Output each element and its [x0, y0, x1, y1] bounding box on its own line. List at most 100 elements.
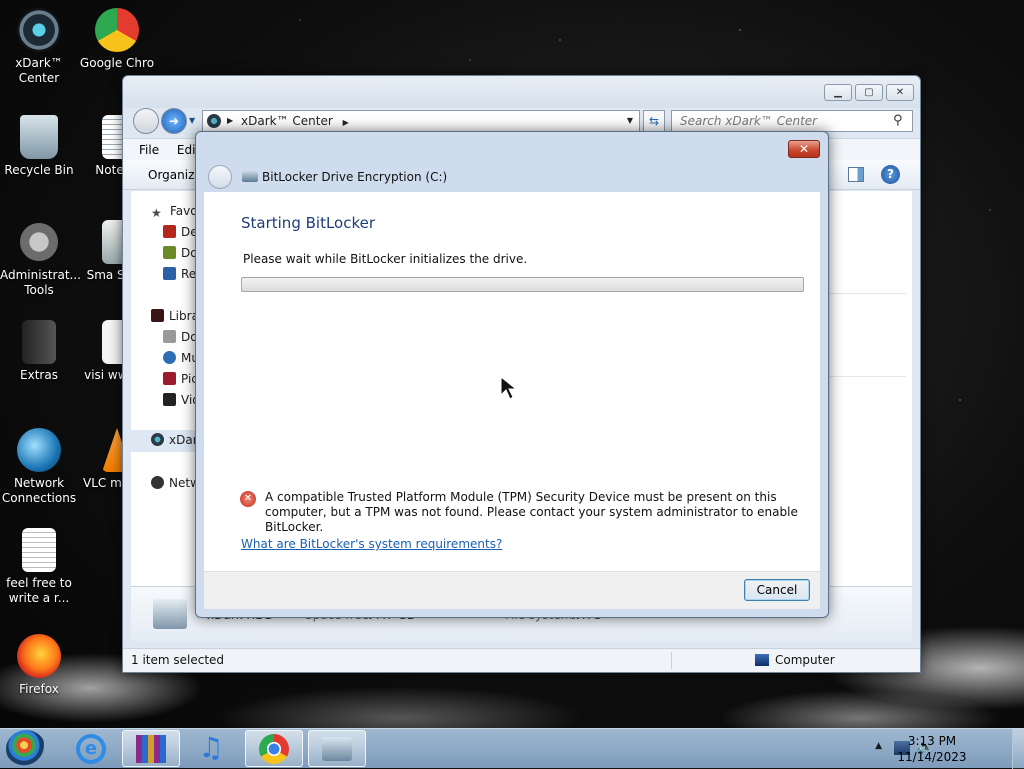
- back-button[interactable]: [133, 108, 159, 134]
- bitlocker-drive-icon: [242, 171, 258, 182]
- desktop-icon-extras[interactable]: Extras: [0, 320, 78, 383]
- desktop-icon-label: Google Chro: [79, 56, 155, 70]
- forward-button[interactable]: ➜: [161, 108, 187, 134]
- help-icon[interactable]: ?: [881, 165, 900, 184]
- dialog-title: BitLocker Drive Encryption (C:): [262, 170, 448, 184]
- desktop-icon-label: Extras: [20, 368, 58, 382]
- status-bar: 1 item selected Computer: [123, 648, 920, 672]
- dialog-close-button[interactable]: ✕: [788, 140, 820, 158]
- taskbar-winrar[interactable]: [122, 730, 180, 767]
- search-input[interactable]: Search xDark™ Center: [671, 110, 913, 132]
- star-icon: ★: [151, 206, 162, 220]
- show-desktop-button[interactable]: [1012, 729, 1024, 769]
- nav-xdark-center[interactable]: xDar: [131, 430, 201, 452]
- show-hidden-icons-icon[interactable]: ▲: [875, 741, 882, 751]
- desktop-icon-label: Firefox: [19, 682, 59, 696]
- nav-label: Favo: [170, 204, 198, 218]
- text-file-icon: [22, 528, 56, 572]
- explorer-titlebar[interactable]: ▁ ▢ ✕: [123, 76, 920, 108]
- nav-pictures[interactable]: Pic: [163, 372, 198, 386]
- search-icon[interactable]: ⚲: [893, 113, 903, 128]
- maximize-button[interactable]: ▢: [855, 84, 883, 101]
- xdark-center-icon: [151, 433, 164, 446]
- cancel-button[interactable]: Cancel: [744, 579, 810, 601]
- nav-favorites[interactable]: ★ Favo: [151, 204, 198, 220]
- dialog-header: BitLocker Drive Encryption (C:): [204, 162, 820, 192]
- taskbar-bitlocker[interactable]: [308, 730, 366, 767]
- error-icon: ✕: [240, 491, 256, 507]
- initialization-progress-bar: [241, 277, 804, 292]
- clock-date: 11/14/2023: [897, 750, 967, 764]
- minimize-button[interactable]: ▁: [824, 84, 852, 101]
- taskbar: e ♫ ▲ 🔈 3:13 PM 11/14/2023: [0, 728, 1024, 769]
- network-icon: [17, 428, 61, 472]
- nav-recent[interactable]: Re: [163, 267, 196, 281]
- start-button[interactable]: [6, 730, 46, 768]
- chrome-icon: [259, 734, 289, 764]
- breadcrumb-arrow-icon[interactable]: ▶: [343, 118, 349, 127]
- taskbar-chrome[interactable]: [245, 730, 303, 767]
- chrome-icon: [95, 8, 139, 52]
- breadcrumb-separator-icon: ▶: [227, 116, 234, 125]
- desktop-icon-label: Administrat... Tools: [0, 268, 81, 297]
- internet-explorer-icon: e: [76, 734, 106, 764]
- tpm-error-message: A compatible Trusted Platform Module (TP…: [265, 490, 798, 534]
- organize-button[interactable]: Organize: [148, 168, 202, 182]
- nav-documents[interactable]: Do: [163, 330, 198, 344]
- xdark-center-icon: [17, 8, 61, 52]
- desktop-icon-recycle-bin[interactable]: Recycle Bin: [0, 115, 78, 178]
- wait-message: Please wait while BitLocker initializes …: [243, 252, 528, 266]
- requirements-link[interactable]: What are BitLocker's system requirements…: [241, 537, 502, 551]
- location-status: Computer: [775, 653, 835, 667]
- desktop-icon-xdark-center[interactable]: xDark™ Center: [0, 8, 78, 86]
- nav-label: xDar: [169, 433, 198, 447]
- close-button[interactable]: ✕: [886, 84, 914, 101]
- row-divider: [830, 293, 906, 294]
- refresh-button[interactable]: ⇆: [643, 110, 665, 132]
- desktop-icon-firefox[interactable]: Firefox: [0, 634, 78, 697]
- recycle-bin-icon: [20, 115, 58, 159]
- content-column-strip: [829, 191, 906, 586]
- navigation-pane: ★ Favo De Do Re Libra Do Mu Pic Vid xDar …: [131, 191, 201, 586]
- address-bar[interactable]: ▶ xDark™ Center ▶ ▼: [202, 110, 640, 132]
- system-clock[interactable]: 3:13 PM 11/14/2023: [892, 733, 972, 765]
- nav-network[interactable]: Netw: [151, 476, 200, 490]
- breadcrumb-xdark-center[interactable]: xDark™ Center: [241, 114, 333, 128]
- preview-pane-icon[interactable]: [848, 167, 864, 182]
- desktop-icon-text-file[interactable]: feel free to write a r...: [0, 528, 78, 606]
- nav-desktop[interactable]: De: [163, 225, 198, 239]
- firefox-icon: [17, 634, 61, 678]
- dialog-heading: Starting BitLocker: [241, 214, 376, 232]
- selection-status: 1 item selected: [131, 653, 225, 667]
- desktop-icon-label: xDark™ Center: [15, 56, 63, 85]
- status-divider: [671, 652, 672, 669]
- music-library-icon: [163, 351, 176, 364]
- itunes-icon: ♫: [198, 731, 224, 764]
- desktop-icon-admin-tools[interactable]: Administrat... Tools: [0, 220, 81, 298]
- recent-places-icon: [163, 267, 176, 280]
- admin-tools-icon: [17, 220, 61, 264]
- documents-library-icon: [163, 330, 176, 343]
- nav-libraries[interactable]: Libra: [151, 309, 199, 323]
- address-dropdown-icon[interactable]: ▼: [627, 111, 633, 131]
- desktop-icon-network-connections[interactable]: Network Connections: [0, 428, 78, 506]
- menu-file[interactable]: File: [139, 143, 159, 157]
- nav-label: Re: [181, 267, 197, 281]
- dialog-body: Starting BitLocker Please wait while Bit…: [204, 192, 820, 571]
- taskbar-itunes[interactable]: ♫: [182, 730, 240, 767]
- dialog-back-button[interactable]: [208, 165, 232, 189]
- nav-music[interactable]: Mu: [163, 351, 199, 365]
- recent-pages-chevron-icon[interactable]: ▼: [189, 116, 195, 125]
- row-divider: [830, 376, 906, 377]
- desktop-icon-google-chrome[interactable]: Google Chro: [78, 8, 156, 71]
- hard-drive-icon: [153, 599, 187, 629]
- taskbar-internet-explorer[interactable]: e: [62, 730, 120, 767]
- window-controls: ▁ ▢ ✕: [824, 84, 914, 101]
- nav-downloads[interactable]: Do: [163, 246, 198, 260]
- desktop-folder-icon: [163, 225, 176, 238]
- desktop-icon-label: Recycle Bin: [4, 163, 74, 177]
- libraries-icon: [151, 309, 164, 322]
- desktop-icon-label: feel free to write a r...: [6, 576, 72, 605]
- downloads-folder-icon: [163, 246, 176, 259]
- xdark-location-icon: [207, 114, 221, 128]
